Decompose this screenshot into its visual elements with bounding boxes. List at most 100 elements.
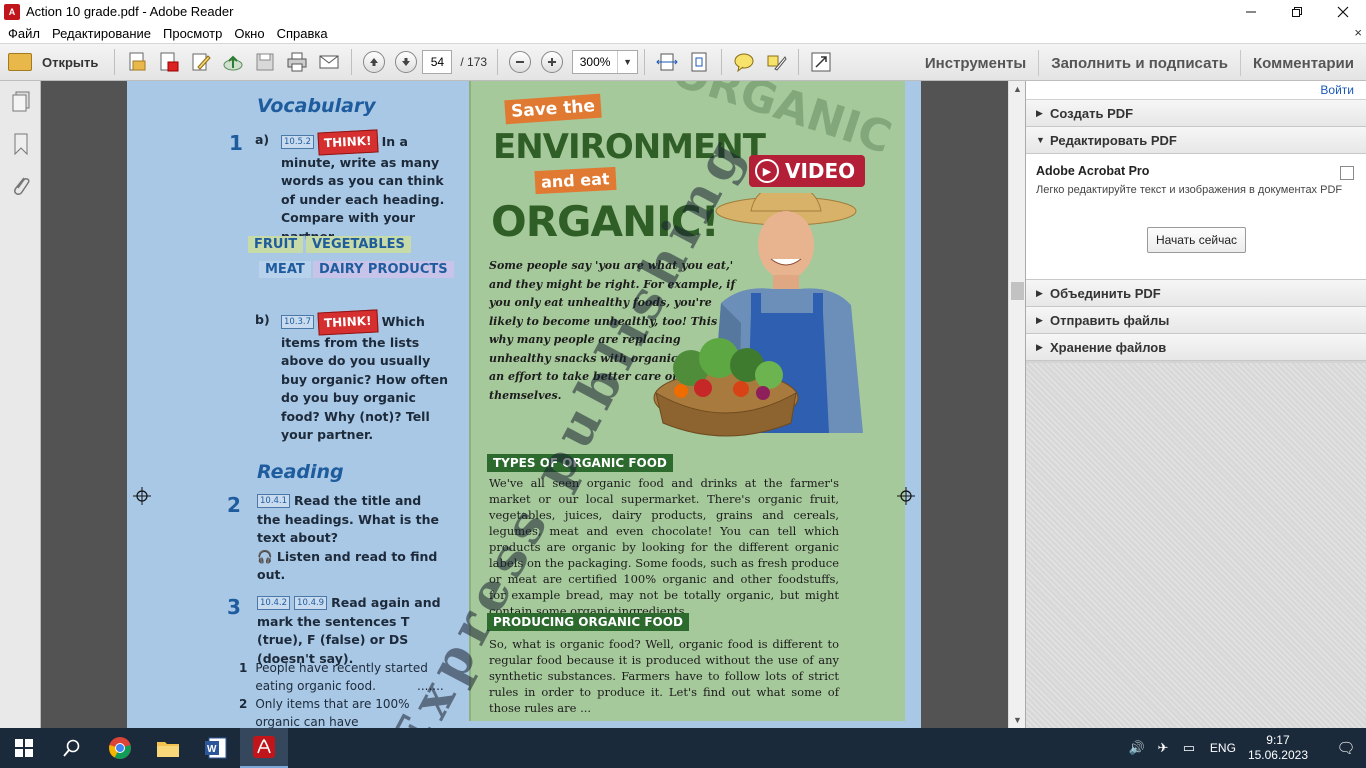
print-button[interactable]: [283, 48, 311, 76]
menu-window[interactable]: Окно: [228, 26, 270, 41]
expand-icon: [811, 52, 831, 72]
open-button[interactable]: Открыть: [0, 47, 108, 77]
svg-text:W: W: [207, 744, 217, 755]
triangle-right-icon: ▶: [1036, 287, 1043, 298]
comments-link[interactable]: Комментарии: [1239, 50, 1366, 76]
document-view[interactable]: Vocabulary 1 a) 10.5.2 THINK! In a minute,…: [41, 81, 1008, 728]
fit-page-button[interactable]: [685, 48, 713, 76]
export-pdf-icon: [160, 52, 179, 72]
triangle-right-icon: ▶: [1036, 341, 1043, 352]
category-meat: MEAT: [259, 261, 311, 278]
paperclip-icon: [13, 177, 30, 195]
search-button[interactable]: [48, 728, 96, 768]
chevron-down-icon[interactable]: ▼: [617, 51, 637, 73]
email-button[interactable]: [315, 48, 343, 76]
page-right-edge: [905, 81, 921, 728]
headphones-icon: 🎧: [257, 548, 277, 564]
adobe-reader-app[interactable]: [240, 728, 288, 768]
plus-icon: [541, 51, 564, 73]
restore-button[interactable]: [1274, 0, 1320, 23]
bookmarks-button[interactable]: [0, 123, 41, 165]
toolbar-separator: [497, 49, 499, 75]
external-link-icon[interactable]: [1340, 166, 1354, 180]
upload-button[interactable]: [219, 48, 247, 76]
store-files-label: Хранение файлов: [1050, 339, 1167, 355]
scroll-down-arrow-icon[interactable]: ▼: [1009, 712, 1026, 728]
fit-width-button[interactable]: [653, 48, 681, 76]
menu-edit[interactable]: Редактирование: [46, 26, 157, 41]
zoom-in-button[interactable]: [538, 48, 566, 76]
close-button[interactable]: [1320, 0, 1366, 23]
task-3-number: 3: [227, 595, 241, 619]
scroll-up-arrow-icon[interactable]: ▲: [1009, 81, 1026, 97]
word-app[interactable]: W: [192, 728, 240, 768]
window-title: Action 10 grade.pdf - Adobe Reader: [26, 4, 234, 19]
search-icon: [63, 739, 80, 757]
tools-pane: Войти ▶ Создать PDF ▼ Редактировать PDF …: [1025, 81, 1366, 728]
clock[interactable]: 9:17 15.06.2023: [1248, 733, 1308, 763]
category-fruit: FRUIT: [248, 236, 304, 253]
menu-bar: Файл Редактирование Просмотр Окно Справк…: [0, 23, 1366, 43]
task-1-number: 1: [229, 131, 243, 155]
edit-pdf-panel[interactable]: ▼ Редактировать PDF: [1026, 127, 1366, 154]
page-number-input[interactable]: [422, 50, 453, 74]
save-button[interactable]: [251, 48, 279, 76]
zoom-select[interactable]: ▼: [572, 50, 639, 74]
bookmark-icon: [14, 133, 27, 156]
volume-icon[interactable]: 🔊: [1124, 740, 1150, 756]
document-close-button[interactable]: ×: [1354, 25, 1362, 40]
acrobat-pro-title: Adobe Acrobat Pro: [1036, 164, 1150, 178]
chrome-app[interactable]: [96, 728, 144, 768]
store-files-panel[interactable]: ▶ Хранение файлов: [1026, 334, 1366, 361]
and-eat-banner: and eat: [534, 166, 617, 195]
edit-pdf-button[interactable]: [187, 48, 215, 76]
fit-width-icon: [656, 53, 678, 71]
system-tray: 🔊 ✈ ▭ ENG 9:17 15.06.2023 🗨: [1124, 728, 1366, 768]
tools-link[interactable]: Инструменты: [913, 50, 1038, 76]
minus-icon: [509, 51, 532, 73]
page-thumbnails-button[interactable]: [0, 81, 41, 123]
pages-icon: [12, 91, 29, 112]
battery-icon[interactable]: ▭: [1176, 740, 1202, 756]
window-controls: [1228, 0, 1366, 23]
video-badge[interactable]: ▶ VIDEO: [749, 155, 866, 187]
previous-page-button[interactable]: [360, 48, 388, 76]
attachments-button[interactable]: [0, 165, 41, 207]
highlight-button[interactable]: [762, 48, 790, 76]
signin-link[interactable]: Войти: [1320, 83, 1354, 97]
combine-pdf-panel[interactable]: ▶ Объединить PDF: [1026, 280, 1366, 307]
toolbar-separator: [351, 49, 353, 75]
notifications-icon[interactable]: 🗨: [1326, 739, 1366, 757]
task-1b-body: 10.3.7 THINK! Which items from the lists a…: [281, 309, 451, 445]
list-item-number: 1: [239, 661, 248, 675]
fill-sign-link[interactable]: Заполнить и подписать: [1038, 50, 1240, 76]
zoom-out-button[interactable]: [506, 48, 534, 76]
zoom-input[interactable]: [573, 55, 618, 69]
airplane-mode-icon[interactable]: ✈: [1150, 740, 1176, 756]
next-page-button[interactable]: [392, 48, 420, 76]
vocabulary-heading: Vocabulary: [257, 95, 376, 117]
minimize-button[interactable]: [1228, 0, 1274, 23]
combine-pdf-label: Объединить PDF: [1050, 285, 1161, 301]
menu-file[interactable]: Файл: [2, 26, 46, 41]
create-pdf-button[interactable]: [123, 48, 151, 76]
export-pdf-button[interactable]: [155, 48, 183, 76]
vertical-scrollbar[interactable]: ▲ ▼: [1008, 81, 1025, 728]
curriculum-code: 10.3.7: [281, 315, 315, 329]
file-explorer-app[interactable]: [144, 728, 192, 768]
language-indicator[interactable]: ENG: [1210, 741, 1236, 755]
list-item-number: 2: [239, 697, 248, 711]
scroll-thumb[interactable]: [1011, 282, 1024, 300]
pdf-page: Vocabulary 1 a) 10.5.2 THINK! In a minute,…: [127, 81, 921, 728]
start-now-button[interactable]: Начать сейчас: [1147, 227, 1246, 253]
menu-view[interactable]: Просмотр: [157, 26, 228, 41]
menu-help[interactable]: Справка: [271, 26, 334, 41]
create-pdf-icon: [129, 52, 146, 71]
send-files-panel[interactable]: ▶ Отправить файлы: [1026, 307, 1366, 334]
comment-button[interactable]: [730, 48, 758, 76]
fullscreen-button[interactable]: [807, 48, 835, 76]
send-files-label: Отправить файлы: [1050, 312, 1170, 328]
create-pdf-panel[interactable]: ▶ Создать PDF: [1026, 100, 1366, 127]
arrow-down-icon: [395, 51, 418, 73]
start-button[interactable]: [0, 728, 48, 768]
